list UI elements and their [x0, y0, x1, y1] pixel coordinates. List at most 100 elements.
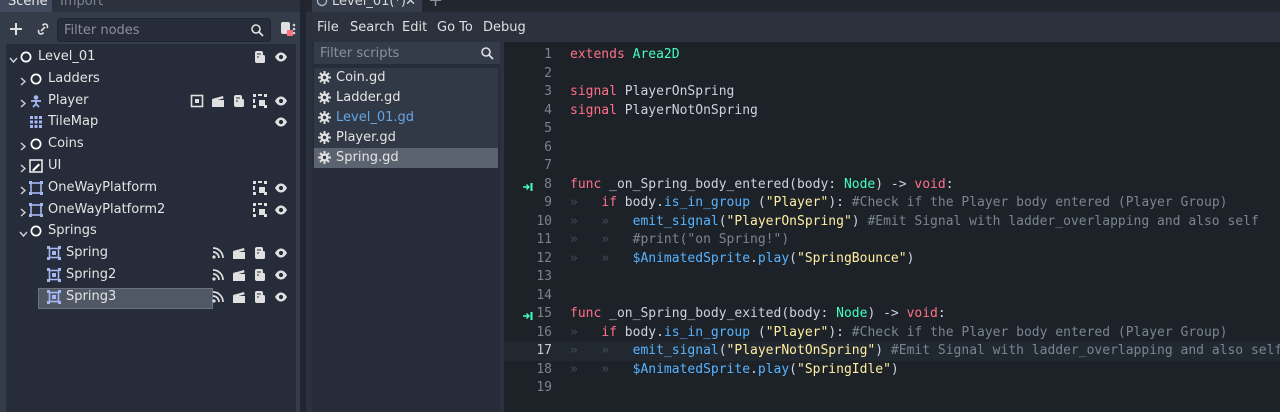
menu-search[interactable]: Search [350, 20, 395, 35]
chevron-right-icon[interactable] [19, 75, 27, 90]
script-editor: Level_01(*) ✕ + File Search Edit Go To D… [306, 0, 1280, 412]
script-item-coin-gd[interactable]: Coin.gd [314, 68, 498, 88]
add-node-button[interactable] [4, 17, 28, 41]
code-line[interactable]: 13 [504, 268, 1280, 287]
group-icon[interactable] [253, 93, 267, 108]
instance-scene-button[interactable] [31, 17, 55, 41]
tree-row-coins[interactable]: Coins [6, 133, 296, 155]
chevron-right-icon[interactable] [19, 140, 27, 155]
tree-row-onewayplatform[interactable]: OneWayPlatform [6, 177, 296, 199]
script-icon[interactable] [232, 94, 246, 108]
code-line[interactable]: 7 [504, 157, 1280, 176]
tree-node-label: UI [48, 158, 62, 173]
code-line[interactable]: 8 func _on_Spring_body_entered(body: Node… [504, 176, 1280, 195]
menu-file[interactable]: File [317, 20, 339, 35]
node-actions [253, 202, 288, 217]
code-line[interactable]: 19 [504, 379, 1280, 398]
code-line[interactable]: 4 signal PlayerNotOnSpring [504, 102, 1280, 121]
tab-level-01[interactable]: Level_01(*) ✕ [312, 0, 422, 12]
script-item-level-01-gd[interactable]: Level_01.gd [314, 108, 498, 128]
line-number: 16 [536, 324, 552, 340]
line-number: 4 [544, 102, 552, 118]
clapper-icon[interactable] [232, 290, 246, 304]
visibility-eye-icon[interactable] [274, 115, 288, 129]
code-text: » if body.is_in_group ("Player"): #Check… [570, 195, 1228, 210]
line-number: 12 [536, 250, 552, 266]
add-tab-button[interactable]: + [428, 0, 443, 11]
tree-row-spring3[interactable]: Spring3 [6, 286, 296, 308]
code-line[interactable]: 11 » » #print("on Spring!") [504, 231, 1280, 250]
script-icon[interactable] [253, 290, 267, 304]
filter-nodes-input[interactable] [64, 19, 244, 41]
filter-scripts-field[interactable] [314, 42, 500, 64]
script-item-ladder-gd[interactable]: Ladder.gd [314, 88, 498, 108]
code-line[interactable]: 14 [504, 287, 1280, 306]
node2d-circle-icon [29, 72, 43, 86]
scene-tree[interactable]: Level_01 Ladders Player TileMap Coins UI OneWa… [6, 44, 296, 412]
signal-icon[interactable] [211, 268, 225, 282]
code-line[interactable]: 17 » » emit_signal("PlayerNotOnSpring") #… [504, 342, 1280, 361]
visibility-eye-icon[interactable] [274, 181, 288, 195]
signal-icon[interactable] [211, 290, 225, 304]
signal-icon[interactable] [211, 246, 225, 260]
script-icon[interactable] [253, 268, 267, 282]
code-line[interactable]: 1 extends Area2D [504, 46, 1280, 65]
more-options-button[interactable] [288, 17, 300, 41]
visibility-eye-icon[interactable] [274, 246, 288, 260]
tree-row-springs[interactable]: Springs [6, 220, 296, 242]
chevron-right-icon[interactable] [19, 97, 27, 112]
close-tab-icon[interactable]: ✕ [405, 0, 416, 12]
instance-icon[interactable] [190, 94, 204, 108]
menu-debug[interactable]: Debug [483, 20, 526, 35]
scene-toolbar [0, 12, 300, 48]
clapper-icon[interactable] [211, 94, 225, 108]
visibility-eye-icon[interactable] [274, 203, 288, 217]
chevron-down-icon[interactable] [19, 227, 28, 242]
tree-row-spring[interactable]: Spring [6, 242, 296, 264]
group-icon[interactable] [253, 180, 267, 195]
tree-row-ui[interactable]: UI [6, 155, 296, 177]
clapper-icon[interactable] [232, 268, 246, 282]
menu-go-to[interactable]: Go To [437, 20, 473, 35]
code-line[interactable]: 16 » if body.is_in_group ("Player"): #Che… [504, 324, 1280, 343]
line-number: 6 [544, 139, 552, 155]
script-item-spring-gd[interactable]: Spring.gd [314, 148, 498, 168]
code-line[interactable]: 2 [504, 65, 1280, 84]
chevron-down-icon[interactable] [9, 53, 18, 68]
script-icon[interactable] [253, 246, 267, 260]
code-line[interactable]: 9 » if body.is_in_group ("Player"): #Chec… [504, 194, 1280, 213]
code-line[interactable]: 10 » » emit_signal("PlayerOnSpring") #Emi… [504, 213, 1280, 232]
tree-node-label: Spring3 [66, 288, 117, 304]
code-line[interactable]: 18 » » $AnimatedSprite.play("SpringIdle") [504, 361, 1280, 380]
menu-edit[interactable]: Edit [402, 20, 427, 35]
tab-import[interactable]: Import [52, 0, 110, 12]
tree-row-level-01[interactable]: Level_01 [6, 46, 296, 68]
line-number: 2 [544, 65, 552, 81]
script-icon[interactable] [253, 50, 267, 64]
script-item-label: Spring.gd [336, 150, 399, 165]
visibility-eye-icon[interactable] [274, 94, 288, 108]
code-line[interactable]: 15 func _on_Spring_body_exited(body: Node… [504, 305, 1280, 324]
chevron-right-icon[interactable] [19, 206, 27, 221]
tree-row-spring2[interactable]: Spring2 [6, 264, 296, 286]
tree-row-tilemap[interactable]: TileMap [6, 111, 296, 133]
tab-scene[interactable]: Scene [0, 0, 52, 12]
clapper-icon[interactable] [232, 246, 246, 260]
code-editor[interactable]: 1 extends Area2D 2 3 signal PlayerOnSpring 4 s… [504, 42, 1280, 412]
code-line[interactable]: 6 [504, 139, 1280, 158]
script-item-player-gd[interactable]: Player.gd [314, 128, 498, 148]
tree-row-onewayplatform2[interactable]: OneWayPlatform2 [6, 199, 296, 221]
filter-scripts-input[interactable] [320, 42, 470, 64]
visibility-eye-icon[interactable] [274, 50, 288, 64]
chevron-right-icon[interactable] [19, 162, 27, 177]
visibility-eye-icon[interactable] [274, 268, 288, 282]
filter-nodes-field[interactable] [57, 18, 271, 42]
code-line[interactable]: 12 » » $AnimatedSprite.play("SpringBounce… [504, 250, 1280, 269]
code-line[interactable]: 5 [504, 120, 1280, 139]
chevron-right-icon[interactable] [19, 184, 27, 199]
visibility-eye-icon[interactable] [274, 290, 288, 304]
group-icon[interactable] [253, 202, 267, 217]
tree-row-player[interactable]: Player [6, 90, 296, 112]
code-line[interactable]: 3 signal PlayerOnSpring [504, 83, 1280, 102]
tree-row-ladders[interactable]: Ladders [6, 68, 296, 90]
